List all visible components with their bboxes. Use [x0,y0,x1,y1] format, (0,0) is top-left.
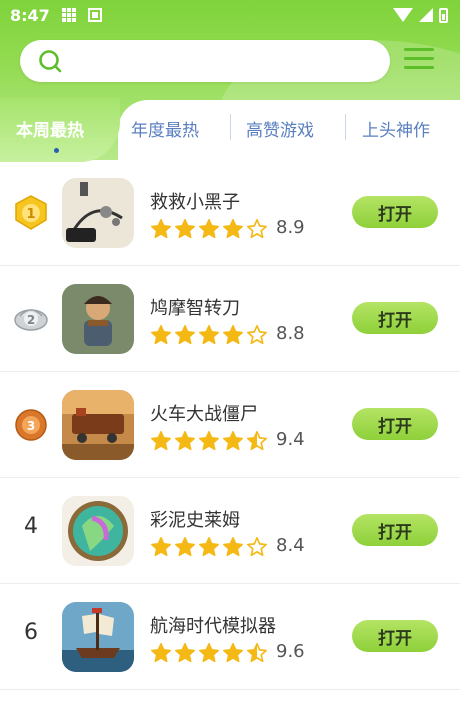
app-icon-sailing-ship [62,602,134,672]
list-item[interactable]: 2 鸠摩智转刀 8.8 打开 [0,266,460,372]
bronze-medal-icon: 3 [15,409,47,441]
list-item[interactable]: 3 火车大战僵尸 9.4 打开 [0,372,460,478]
app-notification-icon [87,8,102,22]
app-name: 鸠摩智转刀 [150,298,240,319]
tab-divider [345,114,346,140]
star-empty-icon [247,325,267,345]
tab-weekly-hot[interactable]: 本周最热 [16,116,84,141]
star-full-icon [223,537,243,557]
star-full-icon [151,325,171,345]
star-full-icon [199,219,219,239]
star-full-icon [223,325,243,345]
star-half-icon [247,643,267,663]
rank-label: 1 [26,207,35,222]
search-input[interactable] [20,40,390,82]
star-full-icon [151,219,171,239]
rank-number: 6 [24,620,38,645]
app-icon-train-zombie [62,390,134,460]
star-rating [150,642,270,664]
star-empty-icon [247,537,267,557]
rank-number: 4 [24,514,38,539]
rank-label: 2 [27,313,35,327]
star-rating [150,324,270,346]
active-tab-indicator [54,148,59,153]
star-rating [150,430,270,452]
rating-value: 9.6 [276,641,305,662]
open-button[interactable]: 打开 [352,302,438,334]
list-item[interactable]: 4 彩泥史莱姆 8.4 打开 [0,478,460,584]
rating-value: 8.8 [276,323,305,344]
grid-notification-icon [61,8,78,22]
tab-yearly-hot[interactable]: 年度最热 [131,116,199,141]
tab-top-liked[interactable]: 高赞游戏 [246,116,314,141]
wifi-icon [393,8,413,22]
tab-bar: 本周最热 年度最热 高赞游戏 上头神作 [0,98,460,162]
star-full-icon [151,431,171,451]
silver-medal-icon: 2 [14,309,48,331]
list-item[interactable]: 1 救救小黑子 8.9 打开 [0,160,460,266]
gold-medal-icon: 1 [15,195,47,230]
star-full-icon [223,643,243,663]
star-full-icon [199,431,219,451]
open-button[interactable]: 打开 [352,620,438,652]
star-rating [150,536,270,558]
app-name: 火车大战僵尸 [150,404,258,425]
app-icon-warrior [62,284,134,354]
star-full-icon [151,537,171,557]
star-half-icon [247,431,267,451]
star-full-icon [199,325,219,345]
list-item[interactable]: 6 航海时代模拟器 9.6 打开 [0,584,460,690]
rating-value: 8.4 [276,535,305,556]
app-list: 1 救救小黑子 8.9 打开 2 鸠摩智转刀 8.8 打开 3 火车大战僵尸 9… [0,160,460,690]
menu-icon[interactable] [404,48,434,74]
search-icon [39,50,62,73]
star-full-icon [175,643,195,663]
rating-value: 8.9 [276,217,305,238]
status-bar: 8:47 [0,0,460,30]
star-rating [150,218,270,240]
star-full-icon [223,431,243,451]
star-full-icon [175,431,195,451]
star-full-icon [151,643,171,663]
tab-addictive[interactable]: 上头神作 [362,116,430,141]
rating-value: 9.4 [276,429,305,450]
tab-divider [230,114,231,140]
app-name: 彩泥史莱姆 [150,510,240,531]
star-full-icon [223,219,243,239]
status-time: 8:47 [10,5,50,25]
open-button[interactable]: 打开 [352,196,438,228]
star-full-icon [199,643,219,663]
open-button[interactable]: 打开 [352,408,438,440]
app-name: 航海时代模拟器 [150,616,276,637]
star-empty-icon [247,219,267,239]
app-name: 救救小黑子 [150,192,240,213]
rank-label: 3 [27,419,35,433]
app-icon-stick-figure [62,178,134,248]
app-icon-slime [62,496,134,566]
star-full-icon [175,325,195,345]
battery-icon [439,7,448,23]
star-full-icon [199,537,219,557]
signal-icon [419,8,433,22]
star-full-icon [175,219,195,239]
open-button[interactable]: 打开 [352,514,438,546]
star-full-icon [175,537,195,557]
